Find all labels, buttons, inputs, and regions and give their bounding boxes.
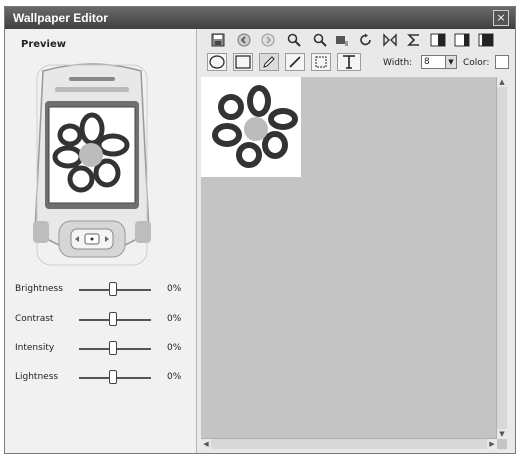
contrast-label: Contrast	[15, 314, 54, 324]
wallpaper-editor-window: Wallpaper Editor × Preview Brightness 0%…	[4, 6, 516, 454]
zoom-out-icon[interactable]	[311, 31, 329, 49]
flip-icon[interactable]	[381, 31, 399, 49]
horizontal-scrollbar[interactable]: ◀ ▶	[201, 438, 497, 449]
width-select[interactable]: 8 ▼	[421, 55, 457, 69]
intensity-value: 0%	[167, 343, 182, 353]
phone-preview-image	[33, 63, 151, 266]
crop-icon[interactable]	[333, 31, 351, 49]
close-button[interactable]: ×	[493, 10, 509, 26]
toolbar-actions	[197, 29, 515, 51]
brightness-value: 0%	[167, 284, 182, 294]
width-label: Width:	[383, 58, 413, 68]
text-tool-icon[interactable]	[337, 53, 361, 71]
canvas-area[interactable]: ▲ ▼ ◀ ▶	[201, 77, 507, 449]
title-bar: Wallpaper Editor ×	[5, 7, 515, 29]
preview-label: Preview	[21, 39, 67, 50]
zoom-in-icon[interactable]	[285, 31, 303, 49]
contrast-value: 0%	[167, 314, 182, 324]
toolbar-drawing: Width: 8 ▼ Color:	[197, 51, 515, 75]
scroll-left-icon[interactable]: ◀	[201, 439, 211, 449]
line-tool-icon[interactable]	[285, 53, 305, 71]
scroll-right-icon[interactable]: ▶	[487, 439, 497, 449]
width-value: 8	[424, 57, 430, 67]
save-icon[interactable]	[209, 31, 227, 49]
color-label: Color:	[463, 58, 490, 68]
intensity-slider-row: Intensity 0%	[15, 340, 185, 358]
grayscale-icon[interactable]	[453, 31, 471, 49]
lightness-value: 0%	[167, 372, 182, 382]
color-swatch[interactable]	[495, 55, 509, 69]
pencil-tool-icon[interactable]	[259, 53, 279, 71]
contrast-slider-thumb[interactable]	[109, 312, 117, 326]
ellipse-tool-icon[interactable]	[207, 53, 227, 71]
brightness-label: Brightness	[15, 284, 63, 294]
scroll-up-icon[interactable]: ▲	[497, 77, 507, 87]
lightness-slider-row: Lightness 0%	[15, 369, 185, 387]
editor-panel: Width: 8 ▼ Color: ▲ ▼ ◀ ▶	[197, 29, 515, 453]
lightness-slider-thumb[interactable]	[109, 370, 117, 384]
rotate-icon[interactable]	[357, 31, 375, 49]
preview-panel: Preview Brightness 0% Contrast 0% Intens…	[5, 29, 197, 453]
rectangle-tool-icon[interactable]	[233, 53, 253, 71]
undo-icon[interactable]	[235, 31, 253, 49]
lightness-label: Lightness	[15, 372, 59, 382]
contrast-slider-row: Contrast 0%	[15, 311, 185, 329]
select-tool-icon[interactable]	[311, 53, 331, 71]
sum-icon[interactable]	[405, 31, 423, 49]
intensity-slider-thumb[interactable]	[109, 341, 117, 355]
intensity-label: Intensity	[15, 343, 55, 353]
redo-icon[interactable]	[259, 31, 277, 49]
brightness-slider-thumb[interactable]	[109, 282, 117, 296]
contrast-icon[interactable]	[477, 31, 495, 49]
brightness-slider-row: Brightness 0%	[15, 281, 185, 299]
window-title: Wallpaper Editor	[13, 11, 108, 25]
invert-icon[interactable]	[429, 31, 447, 49]
scroll-down-icon[interactable]: ▼	[497, 429, 507, 439]
chevron-down-icon[interactable]: ▼	[445, 56, 456, 68]
vertical-scrollbar[interactable]: ▲ ▼	[496, 77, 507, 439]
canvas-image[interactable]	[201, 77, 301, 177]
